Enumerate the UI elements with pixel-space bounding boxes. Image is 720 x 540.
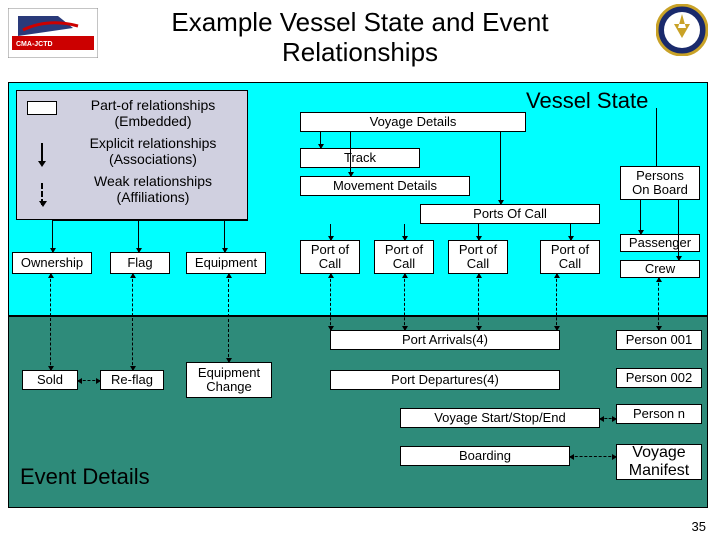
embedded-symbol	[27, 101, 57, 115]
conn	[224, 220, 225, 252]
reflag-box: Re-flag	[100, 370, 164, 390]
persons-on-board-box: Persons On Board	[620, 166, 700, 200]
conn	[52, 220, 248, 221]
conn	[330, 274, 331, 330]
conn	[656, 108, 657, 166]
conn	[132, 274, 133, 370]
conn	[228, 274, 229, 362]
port-of-call-2: Port of Call	[374, 240, 434, 274]
voyage-manifest-box: Voyage Manifest	[616, 444, 702, 480]
movement-details-box: Movement Details	[300, 176, 470, 196]
equipment-box: Equipment	[186, 252, 266, 274]
track-box: Track	[300, 148, 420, 168]
conn	[138, 220, 139, 252]
conn	[478, 224, 479, 240]
conn	[570, 224, 571, 240]
ownership-box: Ownership	[12, 252, 92, 274]
conn	[570, 456, 616, 457]
port-of-call-4: Port of Call	[540, 240, 600, 274]
seal-logo	[656, 4, 708, 56]
conn	[678, 200, 679, 260]
legend-explicit: Explicit relationships (Associations)	[65, 135, 241, 167]
conn	[320, 132, 321, 148]
conn	[658, 278, 659, 330]
person-002-box: Person 002	[616, 368, 702, 388]
conn	[556, 274, 557, 330]
port-of-call-1: Port of Call	[300, 240, 360, 274]
association-symbol	[41, 143, 43, 165]
voyage-sse-box: Voyage Start/Stop/End	[400, 408, 600, 428]
svg-text:CMA-JCTD: CMA-JCTD	[16, 41, 53, 48]
port-of-call-3: Port of Call	[448, 240, 508, 274]
conn	[78, 380, 100, 381]
jctd-logo: CMA-JCTD	[8, 8, 98, 58]
page-number: 35	[692, 519, 706, 534]
ports-of-call-box: Ports Of Call	[420, 204, 600, 224]
legend: Part-of relationships (Embedded) Explici…	[16, 90, 248, 220]
legend-weak: Weak relationships (Affiliations)	[65, 173, 241, 205]
conn	[478, 274, 479, 330]
conn	[600, 418, 616, 419]
port-arrivals-box: Port Arrivals(4)	[330, 330, 560, 350]
vessel-state-label: Vessel State	[526, 88, 648, 114]
sold-box: Sold	[22, 370, 78, 390]
port-departures-box: Port Departures(4)	[330, 370, 560, 390]
voyage-details-box: Voyage Details	[300, 112, 526, 132]
person-n-box: Person n	[616, 404, 702, 424]
conn	[330, 224, 331, 240]
conn	[404, 224, 405, 240]
conn	[404, 274, 405, 330]
equipment-change-box: Equipment Change	[186, 362, 272, 398]
conn	[350, 132, 351, 176]
affiliation-symbol	[41, 183, 43, 205]
legend-partof: Part-of relationships (Embedded)	[65, 97, 241, 129]
conn	[52, 220, 53, 252]
person-001-box: Person 001	[616, 330, 702, 350]
flag-box: Flag	[110, 252, 170, 274]
conn	[500, 132, 501, 204]
conn	[50, 274, 51, 370]
crew-box: Crew	[620, 260, 700, 278]
boarding-box: Boarding	[400, 446, 570, 466]
passenger-box: Passenger	[620, 234, 700, 252]
event-details-label: Event Details	[20, 464, 150, 490]
conn	[640, 200, 641, 234]
page-title: Example Vessel State and Event Relations…	[120, 8, 600, 68]
